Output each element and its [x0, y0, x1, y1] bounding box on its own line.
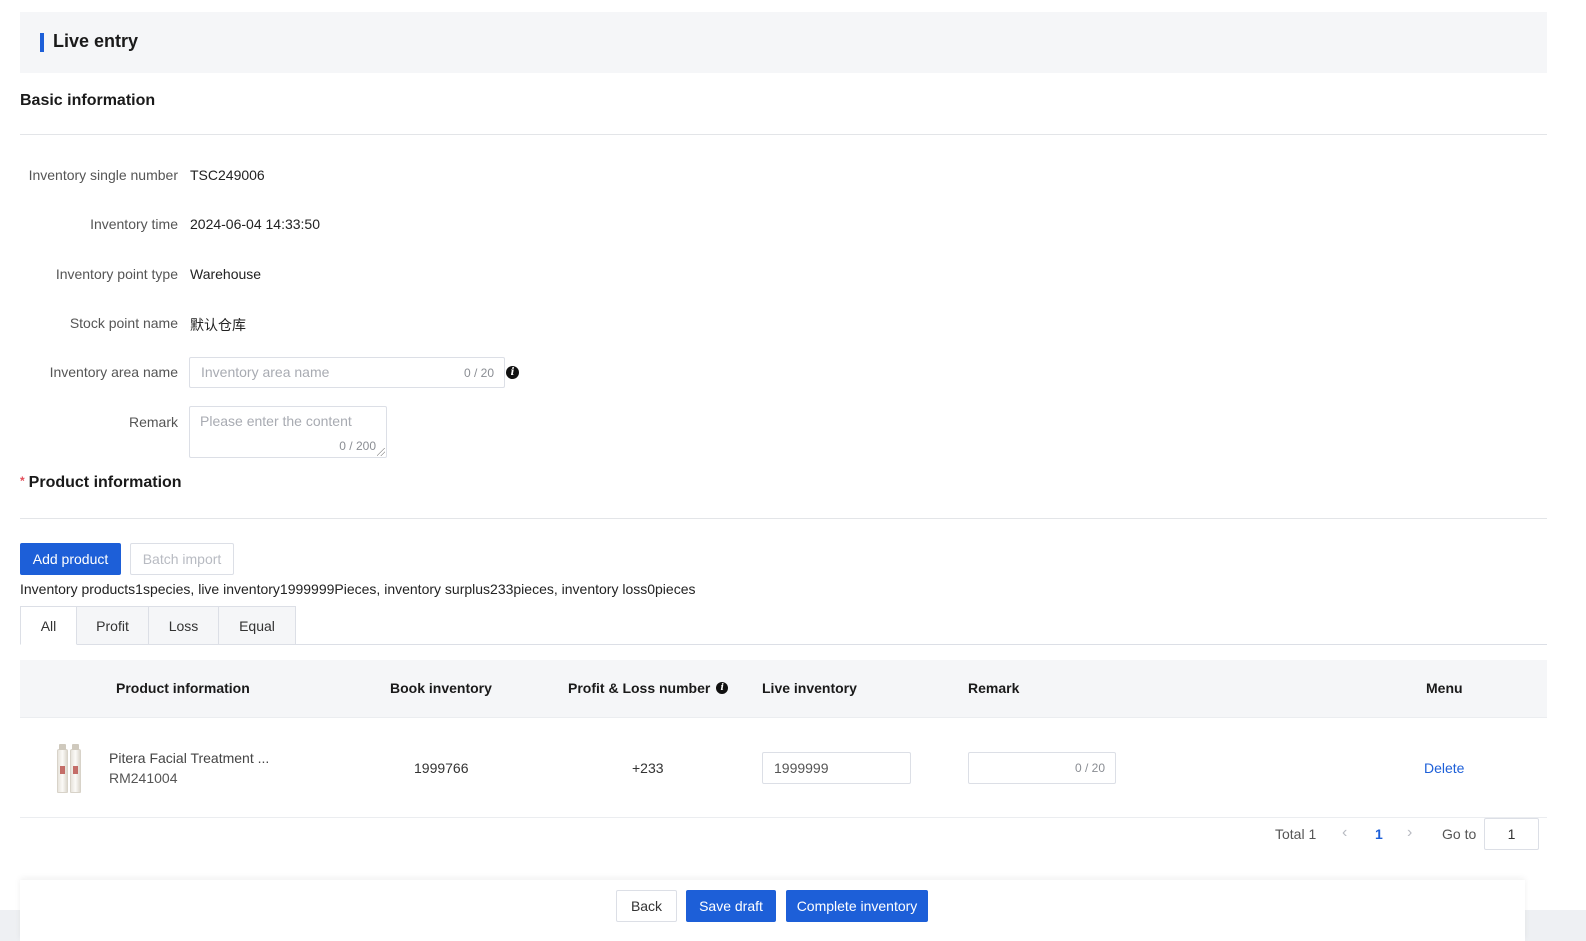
tab-loss[interactable]: Loss: [149, 606, 219, 645]
add-product-button[interactable]: Add product: [20, 543, 121, 575]
chevron-right-icon[interactable]: ›: [1407, 824, 1412, 842]
chevron-left-icon[interactable]: ‹: [1342, 824, 1347, 842]
delete-link[interactable]: Delete: [1424, 760, 1464, 776]
tab-all[interactable]: All: [20, 606, 77, 645]
inventory-area-name-counter: 0 / 20: [463, 366, 494, 380]
inventory-area-name-label: Inventory area name: [49, 364, 178, 380]
product-name: Pitera Facial Treatment ...: [109, 750, 270, 766]
table-row-divider: [20, 817, 1547, 818]
inventory-time-label: Inventory time: [90, 216, 178, 232]
inventory-point-type-value: Warehouse: [190, 266, 262, 282]
batch-import-button[interactable]: Batch import: [130, 543, 234, 575]
inventory-point-type-label: Inventory point type: [55, 266, 178, 282]
inventory-area-name-input[interactable]: Inventory area name 0 / 20: [189, 357, 505, 388]
table-header: Product information Book inventory Profi…: [20, 660, 1547, 718]
inventory-area-name-placeholder: Inventory area name: [201, 364, 330, 380]
page-header: Live entry: [20, 12, 1547, 73]
profit-loss-value: +233: [632, 760, 664, 776]
product-thumbnail: [54, 741, 84, 793]
header-accent-bar: [40, 33, 44, 52]
column-remark: Remark: [968, 680, 1020, 696]
pagination-current-page[interactable]: 1: [1375, 826, 1383, 842]
pagination-total: Total 1: [1275, 826, 1317, 842]
basic-info-title: Basic information: [20, 92, 156, 109]
remark-counter: 0 / 200: [339, 439, 376, 453]
stock-point-name-label: Stock point name: [69, 315, 178, 331]
pagination-goto-input[interactable]: 1: [1484, 818, 1539, 850]
resize-handle-icon[interactable]: [377, 448, 385, 456]
required-mark: *: [20, 474, 25, 488]
inventory-time-value: 2024-06-04 14:33:50: [190, 216, 320, 232]
tab-equal[interactable]: Equal: [219, 606, 296, 645]
complete-inventory-button[interactable]: Complete inventory: [786, 890, 928, 922]
remark-textarea[interactable]: Please enter the content 0 / 200: [189, 406, 387, 458]
basic-info-divider: [20, 134, 1547, 135]
footer-action-bar: Back Save draft Complete inventory: [20, 880, 1525, 941]
product-info-divider: [20, 518, 1547, 519]
product-info-title: * Product information: [20, 474, 182, 492]
inventory-number-value: TSC249006: [190, 167, 265, 183]
column-profit-loss: Profit & Loss number i: [568, 680, 729, 697]
column-book-inventory: Book inventory: [390, 680, 492, 696]
product-bottle-image: [70, 744, 81, 793]
row-remark-counter: 0 / 20: [1074, 761, 1105, 775]
page-title: Live entry: [53, 31, 139, 51]
product-bottle-image: [57, 744, 68, 793]
live-inventory-value: 1999999: [774, 760, 829, 776]
info-icon[interactable]: i: [506, 366, 519, 379]
product-code: RM241004: [109, 770, 178, 786]
info-icon[interactable]: i: [716, 682, 729, 694]
live-inventory-input[interactable]: 1999999: [762, 752, 911, 784]
inventory-number-label: Inventory single number: [28, 167, 178, 183]
tab-profit[interactable]: Profit: [77, 606, 149, 645]
remark-placeholder: Please enter the content: [200, 413, 352, 429]
column-menu: Menu: [1426, 680, 1463, 696]
product-info-title-text: Product information: [28, 474, 182, 491]
live-entry-page: Live entry Basic information Inventory s…: [0, 0, 1586, 941]
column-product-information: Product information: [116, 680, 250, 696]
column-live-inventory: Live inventory: [762, 680, 857, 696]
save-draft-button[interactable]: Save draft: [686, 890, 776, 922]
inventory-summary: Inventory products1species, live invento…: [20, 581, 696, 597]
tabs-baseline: [295, 644, 1547, 645]
book-inventory-value: 1999766: [414, 760, 469, 776]
pagination-goto-label: Go to: [1442, 826, 1477, 842]
stock-point-name-value: 默认仓库: [190, 317, 246, 333]
row-remark-input[interactable]: 0 / 20: [968, 752, 1116, 784]
filter-tabs: All Profit Loss Equal: [20, 606, 296, 645]
back-button[interactable]: Back: [616, 890, 677, 922]
remark-label: Remark: [128, 414, 178, 430]
column-profit-loss-label: Profit & Loss number: [568, 680, 711, 696]
